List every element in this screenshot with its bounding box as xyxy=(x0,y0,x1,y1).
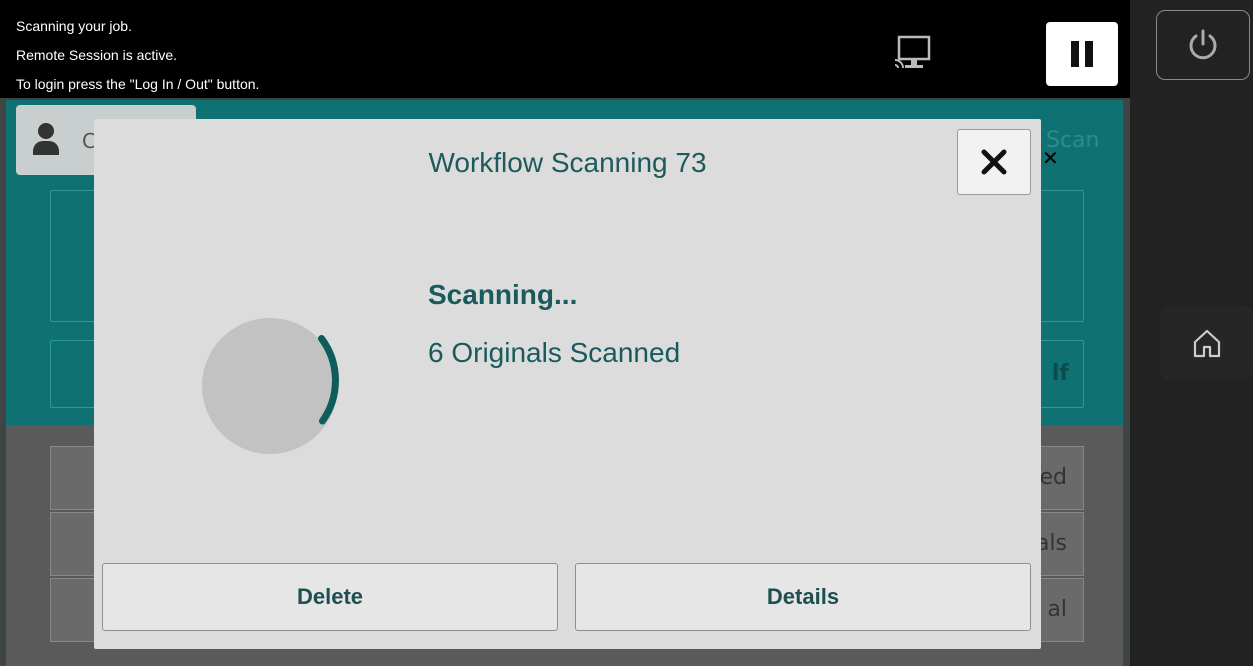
scanning-dialog: Workflow Scanning 73 Scanning... 6 Origi… xyxy=(94,119,1041,649)
dialog-title: Workflow Scanning 73 xyxy=(428,147,707,178)
scan-status-text: Scanning... xyxy=(428,279,578,310)
background-tile-label: ed xyxy=(1039,465,1068,490)
remote-session-icon xyxy=(894,35,931,69)
pause-button[interactable] xyxy=(1046,22,1118,86)
delete-button[interactable]: Delete xyxy=(102,563,558,631)
background-partial-label: lf xyxy=(1051,361,1069,386)
close-button[interactable] xyxy=(957,129,1031,195)
home-icon xyxy=(1193,329,1220,357)
user-icon xyxy=(38,123,54,139)
details-button[interactable]: Details xyxy=(575,563,1031,631)
progress-spinner xyxy=(202,318,339,454)
status-line-3: To login press the "Log In / Out" button… xyxy=(16,76,260,92)
close-icon xyxy=(981,149,1007,175)
background-tile-label: al xyxy=(1047,597,1067,622)
status-line-2: Remote Session is active. xyxy=(16,47,178,63)
originals-count-text: 6 Originals Scanned xyxy=(428,337,681,368)
status-bar: Scanning your job. Remote Session is act… xyxy=(0,0,1130,98)
status-line-1: Scanning your job. xyxy=(16,18,132,34)
background-close-icon: ✕ xyxy=(1042,146,1059,170)
power-button[interactable] xyxy=(1156,10,1250,80)
pause-icon xyxy=(1071,41,1079,67)
home-button[interactable] xyxy=(1160,305,1253,380)
power-icon xyxy=(1189,29,1217,60)
